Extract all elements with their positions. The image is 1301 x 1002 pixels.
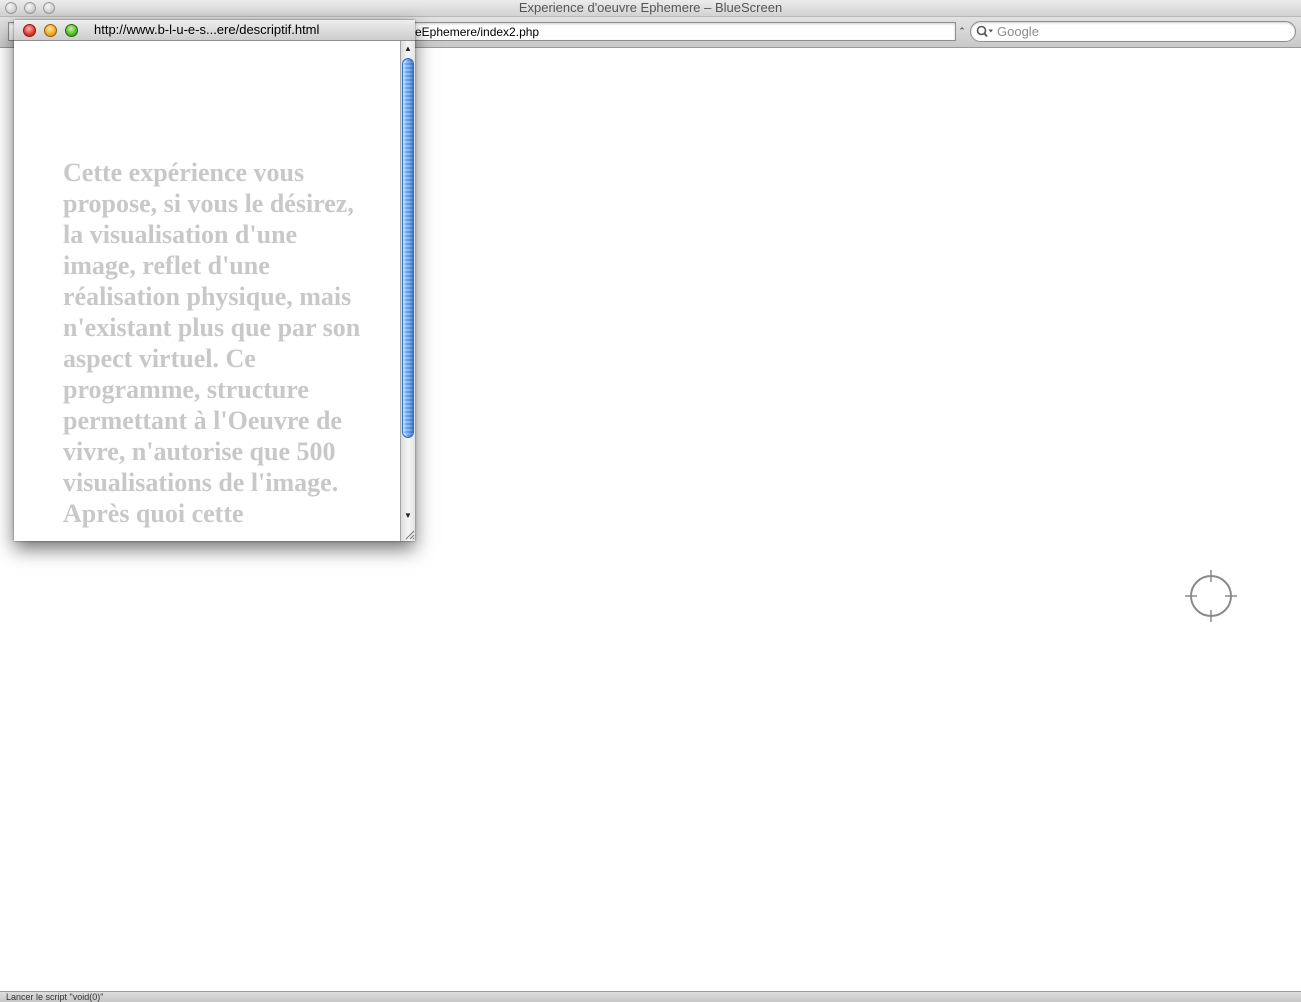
resize-grip-icon[interactable]: [403, 528, 415, 541]
popup-window: http://www.b-l-u-e-s...ere/descriptif.ht…: [14, 20, 415, 541]
status-bar: Lancer le script "void(0)": [0, 991, 1301, 1002]
popup-scrollbar[interactable]: ▲ ▼: [400, 41, 415, 541]
popup-body-text: Cette expérience vous propose, si vous l…: [63, 158, 361, 528]
main-window-titlebar: Experience d'oeuvre Ephemere – BlueScree…: [0, 0, 1301, 17]
scroll-thumb[interactable]: [402, 58, 414, 438]
main-window-title: Experience d'oeuvre Ephemere – BlueScree…: [518, 0, 783, 15]
popup-minimize-button[interactable]: [44, 24, 57, 37]
crosshair-icon: [1185, 570, 1237, 622]
scroll-down-arrow-icon[interactable]: ▼: [401, 509, 415, 523]
popup-zoom-button[interactable]: [65, 24, 78, 37]
address-stepper-icon[interactable]: ⌃: [958, 25, 966, 39]
scroll-up-arrow-icon[interactable]: ▲: [401, 42, 415, 56]
search-field[interactable]: Google: [970, 21, 1296, 42]
search-placeholder: Google: [997, 24, 1039, 39]
search-icon[interactable]: [976, 25, 994, 38]
popup-titlebar[interactable]: http://www.b-l-u-e-s...ere/descriptif.ht…: [14, 20, 415, 41]
address-url: eEphemere/index2.php: [415, 25, 540, 39]
popup-content: Cette expérience vous propose, si vous l…: [14, 41, 400, 541]
popup-close-button[interactable]: [23, 24, 36, 37]
popup-url: http://www.b-l-u-e-s...ere/descriptif.ht…: [94, 22, 320, 37]
